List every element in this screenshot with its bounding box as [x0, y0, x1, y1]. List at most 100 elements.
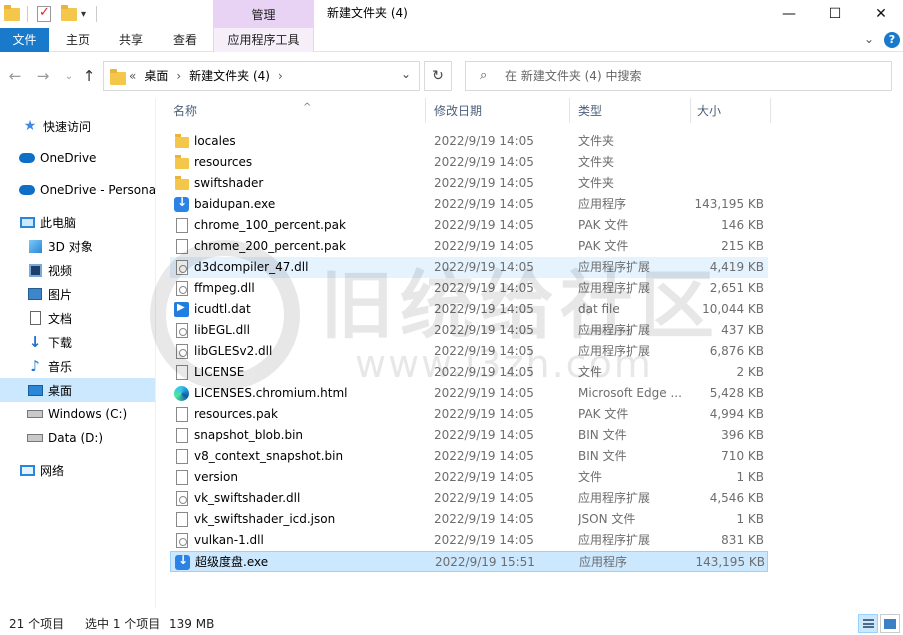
- file-row[interactable]: chrome_200_percent.pak 2022/9/19 14:05 PAK…: [170, 236, 768, 257]
- nav-item-desktop[interactable]: 桌面: [0, 378, 155, 402]
- file-row[interactable]: LICENSES.chromium.html 2022/9/19 14:05 Mic…: [170, 383, 768, 404]
- properties-icon[interactable]: [37, 4, 51, 24]
- ribbon-expand-button[interactable]: ⌄: [864, 32, 874, 46]
- breadcrumb-separator[interactable]: ›: [176, 62, 181, 90]
- file-type: 文件: [578, 470, 603, 484]
- file-row[interactable]: vk_swiftshader_icd.json 2022/9/19 14:05 JS…: [170, 509, 768, 530]
- nav-item-quick-access[interactable]: ★ 快速访问: [0, 114, 155, 138]
- file-row[interactable]: icudtl.dat 2022/9/19 14:05 dat file 10,044 …: [170, 299, 768, 320]
- file-name: vk_swiftshader_icd.json: [194, 512, 336, 526]
- dll-file-icon: [176, 344, 188, 359]
- up-button[interactable]: ↑: [78, 65, 100, 87]
- star-icon: ★: [23, 118, 37, 134]
- minimize-button[interactable]: —: [766, 0, 812, 28]
- address-bar[interactable]: « 桌面 › 新建文件夹 (4) › ⌄: [103, 61, 420, 91]
- file-size: 710 KB: [721, 449, 764, 463]
- address-dropdown-button[interactable]: ⌄: [401, 67, 411, 81]
- folder-icon: [4, 4, 20, 21]
- file-row[interactable]: version 2022/9/19 14:05 文件 1 KB: [170, 467, 768, 488]
- column-headers: 名称 ^ 修改日期 类型 大小: [163, 98, 903, 123]
- details-view-button[interactable]: [858, 614, 878, 633]
- drive-icon: [27, 430, 43, 446]
- pane-divider[interactable]: [155, 98, 156, 608]
- back-button[interactable]: ←: [4, 65, 26, 87]
- file-row[interactable]: resources 2022/9/19 14:05 文件夹: [170, 152, 768, 173]
- column-header-size[interactable]: 大小: [697, 98, 767, 123]
- file-row[interactable]: chrome_100_percent.pak 2022/9/19 14:05 PAK…: [170, 215, 768, 236]
- help-button[interactable]: ?: [884, 32, 900, 48]
- status-bar: 21 个项目 选中 1 个项目 139 MB: [0, 608, 903, 635]
- breadcrumb-desktop[interactable]: 桌面: [144, 62, 168, 90]
- computer-icon: [19, 214, 35, 230]
- tab-home[interactable]: 主页: [53, 28, 103, 52]
- tab-share[interactable]: 共享: [106, 28, 156, 52]
- column-divider[interactable]: [770, 98, 771, 123]
- refresh-button[interactable]: ↻: [424, 61, 452, 91]
- breadcrumb-separator[interactable]: ›: [278, 62, 283, 90]
- nav-item-music[interactable]: ♪ 音乐: [0, 354, 155, 378]
- column-header-name[interactable]: 名称 ^: [173, 98, 423, 123]
- file-row[interactable]: vulkan-1.dll 2022/9/19 14:05 应用程序扩展 831 KB: [170, 530, 768, 551]
- file-size: [682, 152, 764, 173]
- tab-file[interactable]: 文件: [0, 28, 49, 52]
- file-row[interactable]: baidupan.exe 2022/9/19 14:05 应用程序 143,195 K…: [170, 194, 768, 215]
- file-row[interactable]: libGLESv2.dll 2022/9/19 14:05 应用程序扩展 6,876 …: [170, 341, 768, 362]
- file-size: 437 KB: [721, 323, 764, 337]
- network-icon: [19, 462, 35, 478]
- file-row[interactable]: snapshot_blob.bin 2022/9/19 14:05 BIN 文件 39…: [170, 425, 768, 446]
- document-icon: [27, 310, 43, 326]
- quick-access-folder-icon[interactable]: [4, 4, 20, 24]
- nav-item-pictures[interactable]: 图片: [0, 282, 155, 306]
- close-button[interactable]: ✕: [858, 0, 903, 28]
- file-row[interactable]: LICENSE 2022/9/19 14:05 文件 2 KB: [170, 362, 768, 383]
- file-size: 4,546 KB: [709, 491, 764, 505]
- nav-item-onedrive-personal[interactable]: OneDrive - Persona: [0, 178, 155, 202]
- breadcrumb-current-folder[interactable]: 新建文件夹 (4): [189, 62, 270, 90]
- file-icon: [176, 407, 188, 422]
- file-row[interactable]: swiftshader 2022/9/19 14:05 文件夹: [170, 173, 768, 194]
- file-row[interactable]: locales 2022/9/19 14:05 文件夹: [170, 131, 768, 152]
- column-header-type[interactable]: 类型: [578, 98, 678, 123]
- breadcrumb-overflow[interactable]: «: [129, 62, 136, 90]
- nav-item-windows-c[interactable]: Windows (C:): [0, 402, 155, 426]
- search-icon: ⌕: [480, 68, 488, 83]
- video-icon: [27, 262, 43, 278]
- nav-item-data-d[interactable]: Data (D:): [0, 426, 155, 450]
- nav-item-documents[interactable]: 文档: [0, 306, 155, 330]
- tab-view[interactable]: 查看: [160, 28, 210, 52]
- forward-button[interactable]: →: [32, 65, 54, 87]
- file-row[interactable]: v8_context_snapshot.bin 2022/9/19 14:05 BI…: [170, 446, 768, 467]
- nav-item-label: OneDrive: [40, 151, 97, 165]
- column-divider[interactable]: [690, 98, 691, 123]
- file-size: 396 KB: [721, 428, 764, 442]
- column-divider[interactable]: [425, 98, 426, 123]
- file-type: Microsoft Edge ...: [578, 386, 682, 400]
- tab-application-tools[interactable]: 应用程序工具: [213, 28, 314, 52]
- file-row[interactable]: d3dcompiler_47.dll 2022/9/19 14:05 应用程序扩展 4…: [170, 257, 768, 278]
- file-size: 143,195 KB: [694, 197, 764, 211]
- large-icons-view-button[interactable]: [880, 614, 900, 633]
- nav-item-network[interactable]: 网络: [0, 458, 155, 482]
- sort-ascending-icon: ^: [303, 102, 312, 113]
- search-input[interactable]: ⌕ 在 新建文件夹 (4) 中搜索: [465, 61, 892, 91]
- maximize-button[interactable]: ☐: [812, 0, 858, 28]
- column-header-date[interactable]: 修改日期: [434, 98, 564, 123]
- file-row[interactable]: vk_swiftshader.dll 2022/9/19 14:05 应用程序扩展 4…: [170, 488, 768, 509]
- nav-item-downloads[interactable]: ↓ 下载: [0, 330, 155, 354]
- nav-item-this-pc[interactable]: 此电脑: [0, 210, 155, 234]
- file-icon: [176, 365, 188, 380]
- nav-item-onedrive[interactable]: OneDrive: [0, 146, 155, 170]
- file-row[interactable]: resources.pak 2022/9/19 14:05 PAK 文件 4,994 …: [170, 404, 768, 425]
- file-date: 2022/9/19 14:05: [434, 197, 534, 211]
- file-row[interactable]: ffmpeg.dll 2022/9/19 14:05 应用程序扩展 2,651 KB: [170, 278, 768, 299]
- file-row[interactable]: 超级度盘.exe 2022/9/19 15:51 应用程序 143,195 KB: [170, 551, 768, 572]
- recent-locations-button[interactable]: ⌄: [58, 65, 80, 87]
- new-folder-icon[interactable]: [61, 4, 77, 24]
- customize-toolbar-icon[interactable]: ▾: [81, 4, 86, 24]
- file-row[interactable]: libEGL.dll 2022/9/19 14:05 应用程序扩展 437 KB: [170, 320, 768, 341]
- nav-item-3d-objects[interactable]: 3D 对象: [0, 234, 155, 258]
- nav-item-videos[interactable]: 视频: [0, 258, 155, 282]
- file-size: [682, 173, 764, 194]
- column-divider[interactable]: [569, 98, 570, 123]
- manage-context-tab[interactable]: 管理: [213, 0, 314, 28]
